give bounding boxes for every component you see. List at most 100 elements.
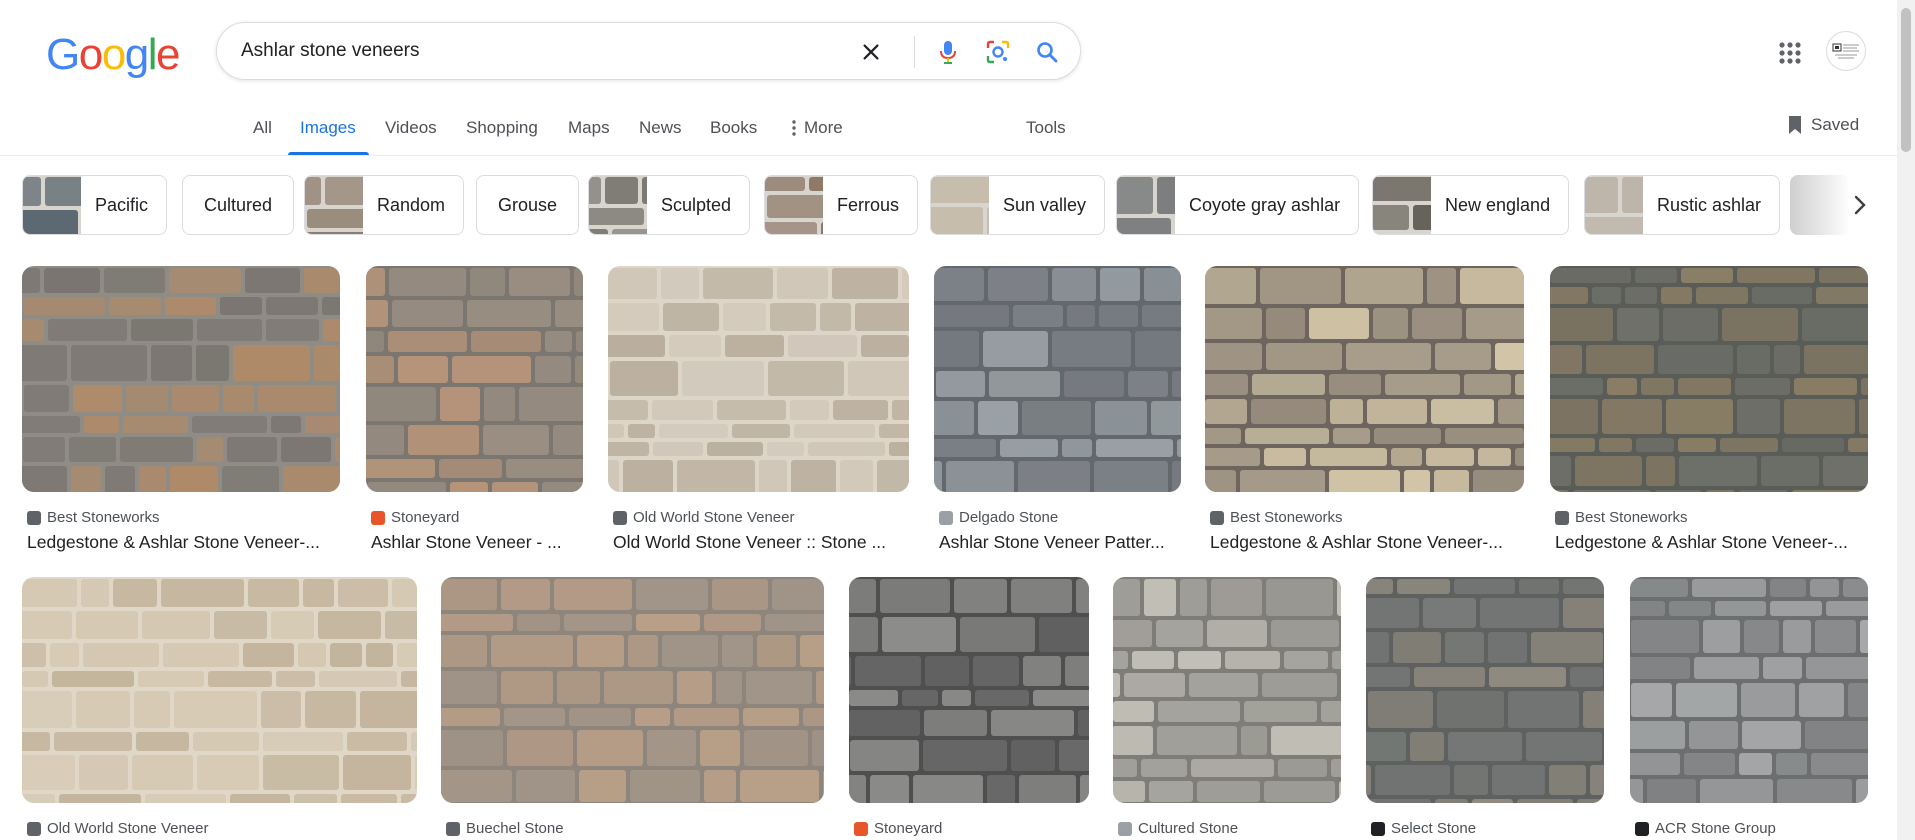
chip-label: New england [1445, 194, 1551, 215]
refinement-chips: Pacific Cultured Random Grouse Sculpted Ferro… [22, 175, 1862, 235]
chip-thumbnail [1117, 176, 1191, 234]
result-title[interactable]: Ledgestone & Ashlar Stone Veneer-... [27, 532, 340, 553]
clear-icon[interactable] [857, 38, 885, 66]
saved-button[interactable]: Saved [1787, 115, 1859, 135]
result-thumbnail[interactable] [849, 577, 1089, 803]
logo-letter: e [155, 30, 180, 79]
search-divider [914, 36, 915, 68]
tab-shopping[interactable]: Shopping [466, 118, 538, 138]
result-thumbnail[interactable] [441, 577, 824, 803]
result-title[interactable]: Ledgestone & Ashlar Stone Veneer-... [1210, 532, 1524, 553]
result-thumbnail[interactable] [1113, 577, 1341, 803]
chip-rustic-ashlar[interactable]: Rustic ashlar [1584, 175, 1781, 235]
result-source-name: Stoneyard [874, 820, 943, 837]
tab-all[interactable]: All [253, 118, 272, 138]
chip-label: Random [377, 194, 446, 215]
result-source[interactable]: Old World Stone Veneer [613, 509, 794, 526]
more-vert-icon [792, 120, 796, 136]
tab-more-label: More [804, 118, 843, 137]
logo-letter: G [46, 30, 80, 79]
tab-news[interactable]: News [639, 118, 682, 138]
result-source-name: Stoneyard [391, 509, 460, 526]
chip-label: Grouse [498, 194, 558, 215]
site-favicon-icon [1371, 821, 1385, 836]
result-source-name: Buechel Stone [466, 820, 564, 837]
result-title[interactable]: Ashlar Stone Veneer - ... [371, 532, 583, 553]
search-input[interactable] [241, 35, 851, 67]
result-source-name: Old World Stone Veneer [47, 820, 209, 837]
result-thumbnail[interactable] [1630, 577, 1868, 803]
site-favicon-icon [1210, 510, 1224, 525]
search-box [216, 22, 1081, 80]
bookmark-icon [1789, 116, 1801, 134]
chip-thumbnail [1585, 176, 1697, 234]
chevron-right-icon[interactable] [1840, 190, 1880, 220]
site-favicon-icon [1635, 821, 1649, 836]
result-thumbnail[interactable] [608, 266, 909, 492]
site-favicon-icon [1118, 821, 1132, 836]
tab-books[interactable]: Books [710, 118, 757, 138]
chip-thumbnail [23, 176, 116, 234]
result-source[interactable]: Select Stone [1371, 820, 1476, 837]
result-thumbnail[interactable] [934, 266, 1181, 492]
chip-thumbnail [931, 176, 1023, 234]
chip-cultured[interactable]: Cultured [182, 175, 295, 235]
site-favicon-icon [446, 821, 460, 836]
chip-coyote-gray-ashlar[interactable]: Coyote gray ashlar [1116, 175, 1360, 235]
result-source-name: Select Stone [1391, 820, 1477, 837]
chip-thumbnail [1373, 176, 1460, 234]
chip-new-england[interactable]: New england [1372, 175, 1570, 235]
result-source[interactable]: ACR Stone Group [1635, 820, 1776, 837]
chip-label: Sun valley [1003, 194, 1087, 215]
result-title[interactable]: Ledgestone & Ashlar Stone Veneer-... [1555, 532, 1868, 553]
result-title[interactable]: Ashlar Stone Veneer Patter... [939, 532, 1181, 553]
chip-ferrous[interactable]: Ferrous [764, 175, 919, 235]
google-logo[interactable]: Google [46, 30, 180, 80]
result-source[interactable]: Stoneyard [854, 820, 942, 837]
result-source-name: ACR Stone Group [1655, 820, 1776, 837]
result-source[interactable]: Best Stoneworks [27, 509, 160, 526]
chip-sculpted[interactable]: Sculpted [588, 175, 751, 235]
result-source[interactable]: Best Stoneworks [1210, 509, 1343, 526]
result-source[interactable]: Cultured Stone [1118, 820, 1238, 837]
result-source-name: Old World Stone Veneer [633, 509, 795, 526]
scrollbar-thumb[interactable] [1901, 8, 1911, 152]
lens-icon[interactable] [984, 38, 1012, 66]
result-source[interactable]: Buechel Stone [446, 820, 564, 837]
logo-letter: o [78, 30, 103, 79]
chip-label: Cultured [204, 194, 273, 215]
tab-more[interactable]: More [792, 118, 843, 138]
result-source-name: Best Stoneworks [1575, 509, 1688, 526]
result-source-name: Best Stoneworks [47, 509, 160, 526]
result-thumbnail[interactable] [1205, 266, 1524, 492]
result-thumbnail[interactable] [1366, 577, 1604, 803]
chip-random[interactable]: Random [304, 175, 465, 235]
tab-images[interactable]: Images [300, 118, 356, 138]
chip-label: Pacific [95, 194, 149, 215]
tab-maps[interactable]: Maps [568, 118, 610, 138]
account-avatar[interactable] [1826, 31, 1866, 71]
result-thumbnail[interactable] [366, 266, 583, 492]
result-title[interactable]: Old World Stone Veneer :: Stone ... [613, 532, 909, 553]
microphone-icon[interactable] [934, 38, 962, 66]
site-favicon-icon [613, 510, 627, 525]
search-icon[interactable] [1033, 38, 1061, 66]
result-source-name: Best Stoneworks [1230, 509, 1343, 526]
tab-videos[interactable]: Videos [385, 118, 437, 138]
google-apps-icon[interactable] [1775, 38, 1805, 68]
site-favicon-icon [939, 510, 953, 525]
result-source[interactable]: Delgado Stone [939, 509, 1058, 526]
result-source[interactable]: Stoneyard [371, 509, 459, 526]
site-favicon-icon [854, 821, 868, 836]
chip-label: Rustic ashlar [1657, 194, 1762, 215]
result-source[interactable]: Best Stoneworks [1555, 509, 1688, 526]
result-thumbnail[interactable] [22, 266, 340, 492]
result-thumbnail[interactable] [1550, 266, 1868, 492]
chip-pacific[interactable]: Pacific [22, 175, 168, 235]
chip-grouse[interactable]: Grouse [476, 175, 580, 235]
chip-sun-valley[interactable]: Sun valley [930, 175, 1106, 235]
result-source[interactable]: Old World Stone Veneer [27, 820, 208, 837]
tools-button[interactable]: Tools [1026, 118, 1066, 138]
search-tabs: All Images Videos Shopping Maps News Boo… [0, 112, 1915, 156]
result-thumbnail[interactable] [22, 577, 417, 803]
